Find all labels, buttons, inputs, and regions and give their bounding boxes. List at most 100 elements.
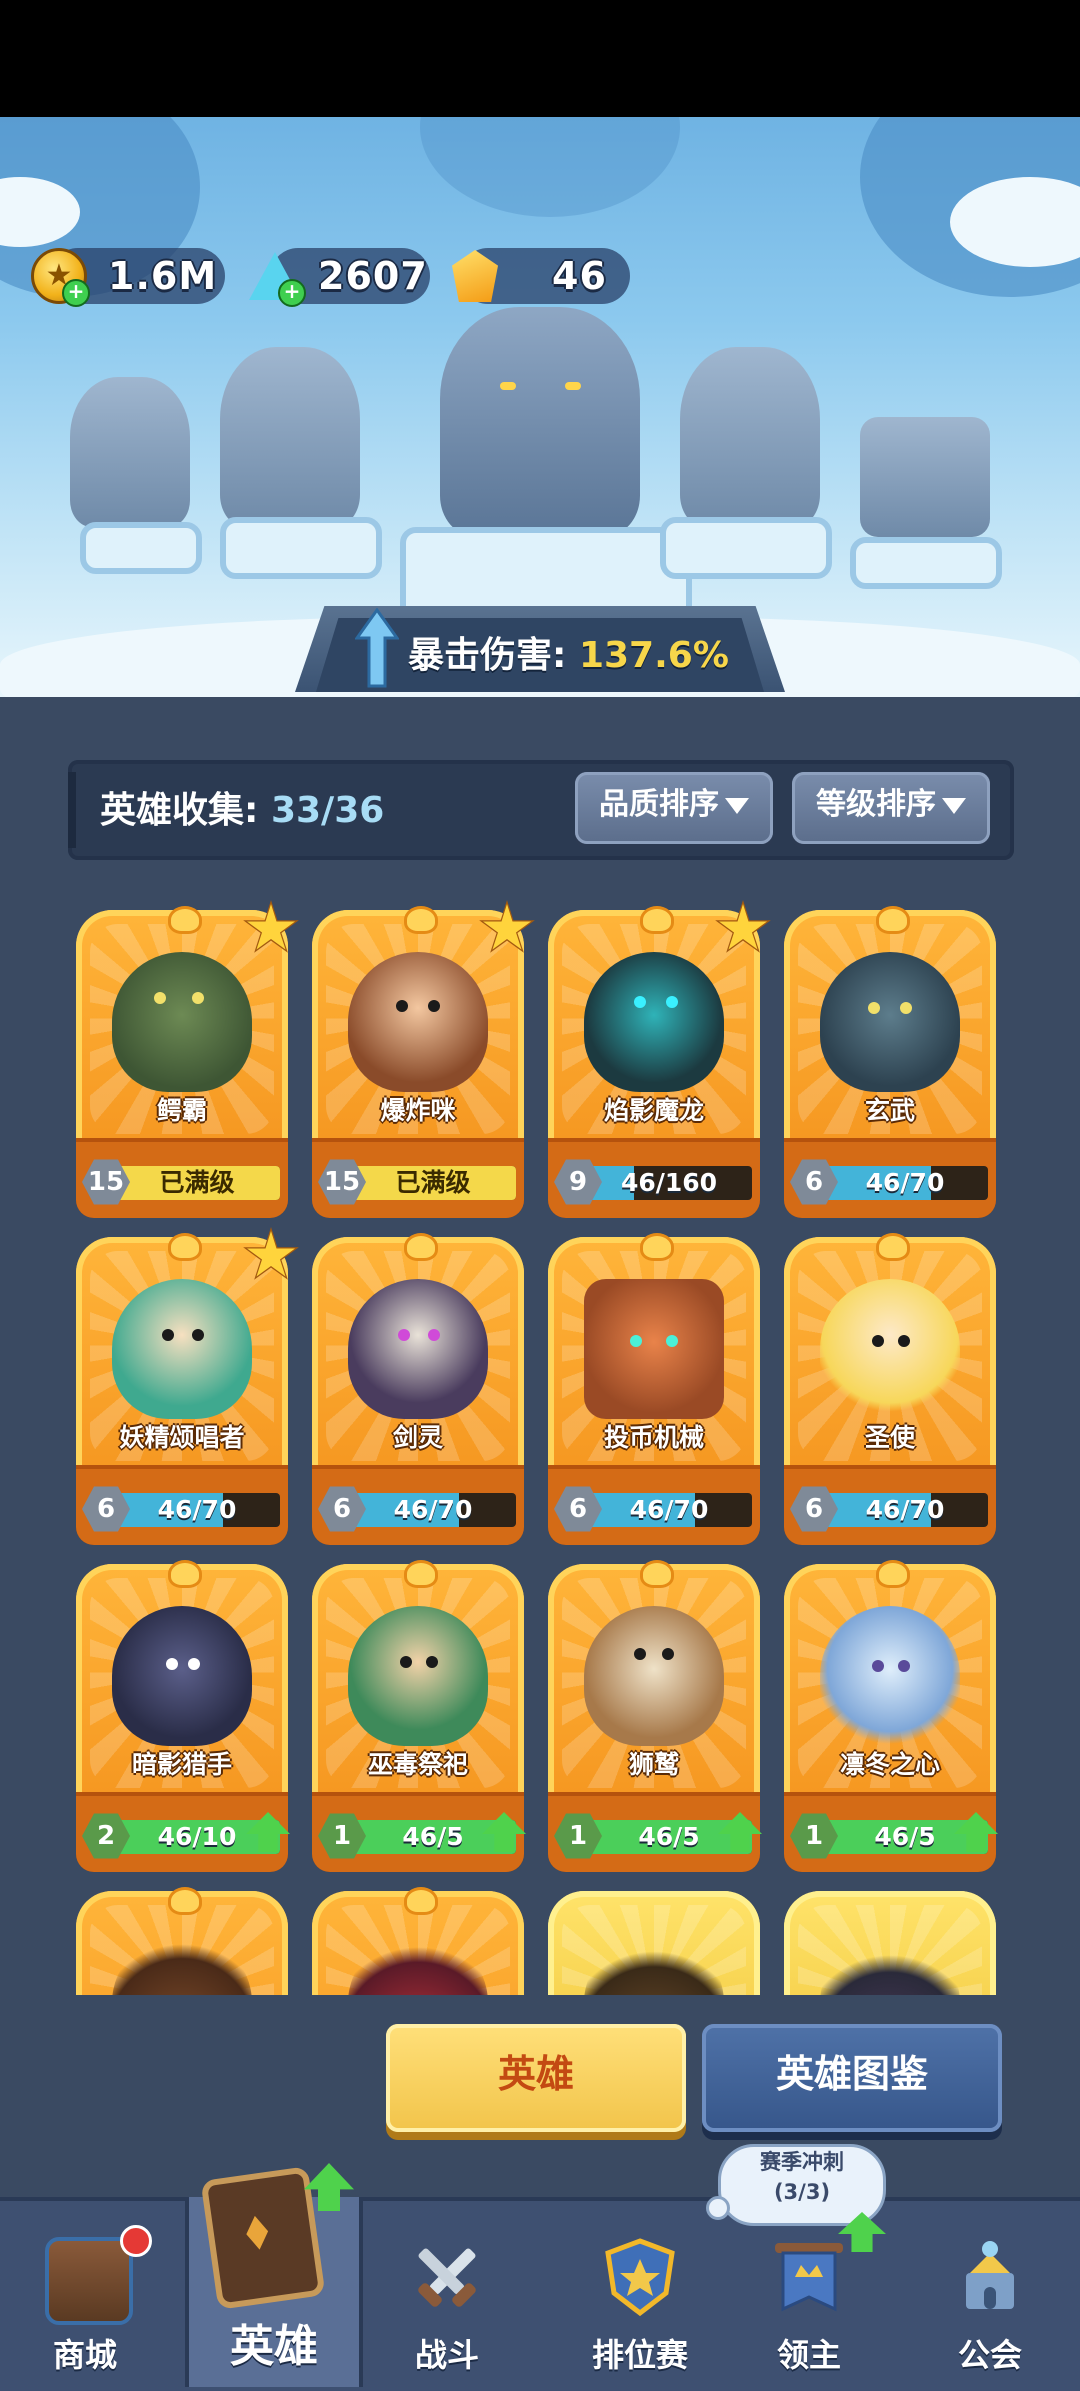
crystal-icon[interactable]: + [244, 245, 306, 307]
hero-progress-bar: 已满级 [350, 1166, 516, 1200]
collection-text: 英雄收集: 33/36 [100, 783, 384, 839]
crit-damage-text: 暴击伤害: 137.6% [408, 628, 729, 684]
shadow-dragon-hero-icon [584, 952, 724, 1092]
statue-griffin-icon [220, 347, 360, 527]
tab-battle-label: 战斗 [414, 2336, 479, 2374]
tab-shop[interactable]: 商城 [0, 2197, 170, 2387]
sort-quality-button[interactable]: 品质排序 [575, 772, 773, 844]
tab-ranked-label: 排位赛 [591, 2336, 688, 2374]
season-sprint-progress: (3/3) [773, 2180, 831, 2204]
statue-machine-icon [860, 417, 990, 537]
hero-card[interactable]: 投币机械 46/70 6 [548, 1233, 760, 1547]
hero-name: 剑灵 [392, 1423, 443, 1452]
hero-progress-text: 46/70 [157, 1495, 237, 1524]
sort-level-button[interactable]: 等级排序 [792, 772, 990, 844]
notification-dot-icon [120, 2225, 152, 2257]
tab-hero[interactable]: 英雄 [185, 2163, 363, 2387]
dropdown-triangle-icon [942, 797, 966, 814]
hero-progress-text: 46/70 [393, 1495, 473, 1524]
hero-name: 凛冬之心 [839, 1750, 940, 1779]
hero-card[interactable]: 巫毒祭祀 46/5 1 [312, 1560, 526, 1874]
statue-dragon-icon [440, 307, 640, 537]
tab-guild-label: 公会 [957, 2336, 1022, 2374]
hero-card[interactable] [76, 1887, 288, 1995]
coin-machine-hero-icon [584, 1279, 724, 1419]
hero-name: 巫毒祭祀 [367, 1750, 468, 1779]
gold-amount: 1.6M [108, 254, 218, 298]
hero-progress-bar: 46/160 [586, 1166, 752, 1200]
hero-grid: 鳄霸 已满级 15 爆炸咪 已满级 15 焰影魔龙 46/160 9 玄武 46… [0, 900, 1080, 1995]
hero-card[interactable] [784, 1891, 996, 1995]
hero-card[interactable]: 圣使 46/70 6 [784, 1233, 996, 1547]
hero-card[interactable] [312, 1887, 524, 1995]
hero-progress-text: 46/70 [629, 1495, 709, 1524]
holy-envoy-hero-icon [820, 1279, 960, 1419]
hero-name: 鳄霸 [156, 1096, 207, 1125]
griffin-hero-icon [584, 1606, 724, 1746]
hero-list-button[interactable]: 英雄 [386, 2024, 686, 2132]
winter-heart-hero-icon [820, 1606, 960, 1746]
hero-name: 玄武 [864, 1096, 915, 1125]
hero-progress-text: 已满级 [159, 1168, 235, 1197]
cat-hero-icon [348, 952, 488, 1092]
hero-codex-button[interactable]: 英雄图鉴 [702, 2024, 1002, 2132]
hero-progress-text: 46/70 [865, 1168, 945, 1197]
sort-level-label: 等级排序 [816, 787, 936, 822]
sort-quality-label: 品质排序 [599, 787, 719, 822]
hero-progress-bar: 46/70 [114, 1493, 280, 1527]
hero-progress-bar: 已满级 [114, 1166, 280, 1200]
treasure-chest-icon [45, 2237, 133, 2325]
hero-progress-text: 46/160 [620, 1168, 718, 1197]
voodoo-priest-hero-icon [348, 1606, 488, 1746]
season-sprint-title: 赛季冲刺 [760, 2150, 844, 2174]
hero-card[interactable]: 焰影魔龙 46/160 9 [548, 900, 771, 1220]
crit-damage-value: 137.6% [578, 635, 729, 676]
hero-card[interactable]: 爆炸咪 已满级 15 [312, 900, 535, 1220]
fairy-singer-hero-icon [112, 1279, 252, 1419]
tab-shop-label: 商城 [52, 2336, 117, 2374]
hero-name: 爆炸咪 [380, 1096, 456, 1125]
hero-card[interactable]: 鳄霸 已满级 15 [76, 900, 299, 1220]
hero-progress-bar: 46/70 [586, 1493, 752, 1527]
crossed-swords-icon [418, 2248, 476, 2307]
hero-progress-bar: 46/70 [350, 1493, 516, 1527]
hero-card[interactable] [548, 1891, 760, 1995]
tab-lord-label: 领主 [776, 2336, 841, 2374]
sword-spirit-hero-icon [348, 1279, 488, 1419]
hero-name: 焰影魔龙 [603, 1096, 704, 1125]
dropdown-triangle-icon [725, 797, 749, 814]
arrow-up-icon [355, 608, 399, 688]
hero-name: 投币机械 [603, 1423, 704, 1452]
black-tortoise-hero-icon [820, 952, 960, 1092]
guild-castle-icon [966, 2241, 1014, 2309]
hero-card[interactable]: 妖精颂唱者 46/70 6 [76, 1227, 299, 1547]
hero-card[interactable]: 狮鹫 46/5 1 [548, 1560, 762, 1874]
tab-guild[interactable]: 公会 [905, 2197, 1075, 2387]
collection-label: 英雄收集: [100, 790, 259, 831]
rank-shield-icon [605, 2238, 675, 2317]
crit-damage-label: 暴击伤害: [408, 635, 567, 676]
hero-name: 圣使 [864, 1423, 915, 1452]
crocodile-hero-icon [112, 952, 252, 1092]
collection-count: 33/36 [270, 790, 385, 831]
statue-golem-icon [70, 377, 190, 527]
gold-coin-icon[interactable]: ★ + [28, 245, 90, 307]
hero-name: 妖精颂唱者 [119, 1423, 245, 1452]
hero-progress-bar: 46/70 [822, 1493, 988, 1527]
crystal-amount: 2607 [318, 254, 428, 298]
hero-card[interactable]: 剑灵 46/70 6 [312, 1233, 524, 1547]
hero-card[interactable]: 暗影猎手 46/10 2 [76, 1560, 290, 1874]
tab-battle[interactable]: 战斗 [362, 2197, 532, 2387]
tab-hero-label: 英雄 [230, 2321, 318, 2372]
hero-progress-text: 已满级 [395, 1168, 471, 1197]
tab-ranked[interactable]: 排位赛 [555, 2197, 725, 2387]
hero-name: 狮鹫 [628, 1750, 679, 1779]
hero-name: 暗影猎手 [131, 1750, 232, 1779]
lord-banner-icon [775, 2243, 843, 2312]
gem-amount: 46 [552, 254, 607, 298]
gem-icon [444, 245, 506, 307]
hero-card[interactable]: 凛冬之心 46/5 1 [784, 1560, 998, 1874]
status-bar [0, 0, 1080, 117]
hero-progress-text: 46/70 [865, 1495, 945, 1524]
hero-card[interactable]: 玄武 46/70 6 [784, 906, 996, 1220]
